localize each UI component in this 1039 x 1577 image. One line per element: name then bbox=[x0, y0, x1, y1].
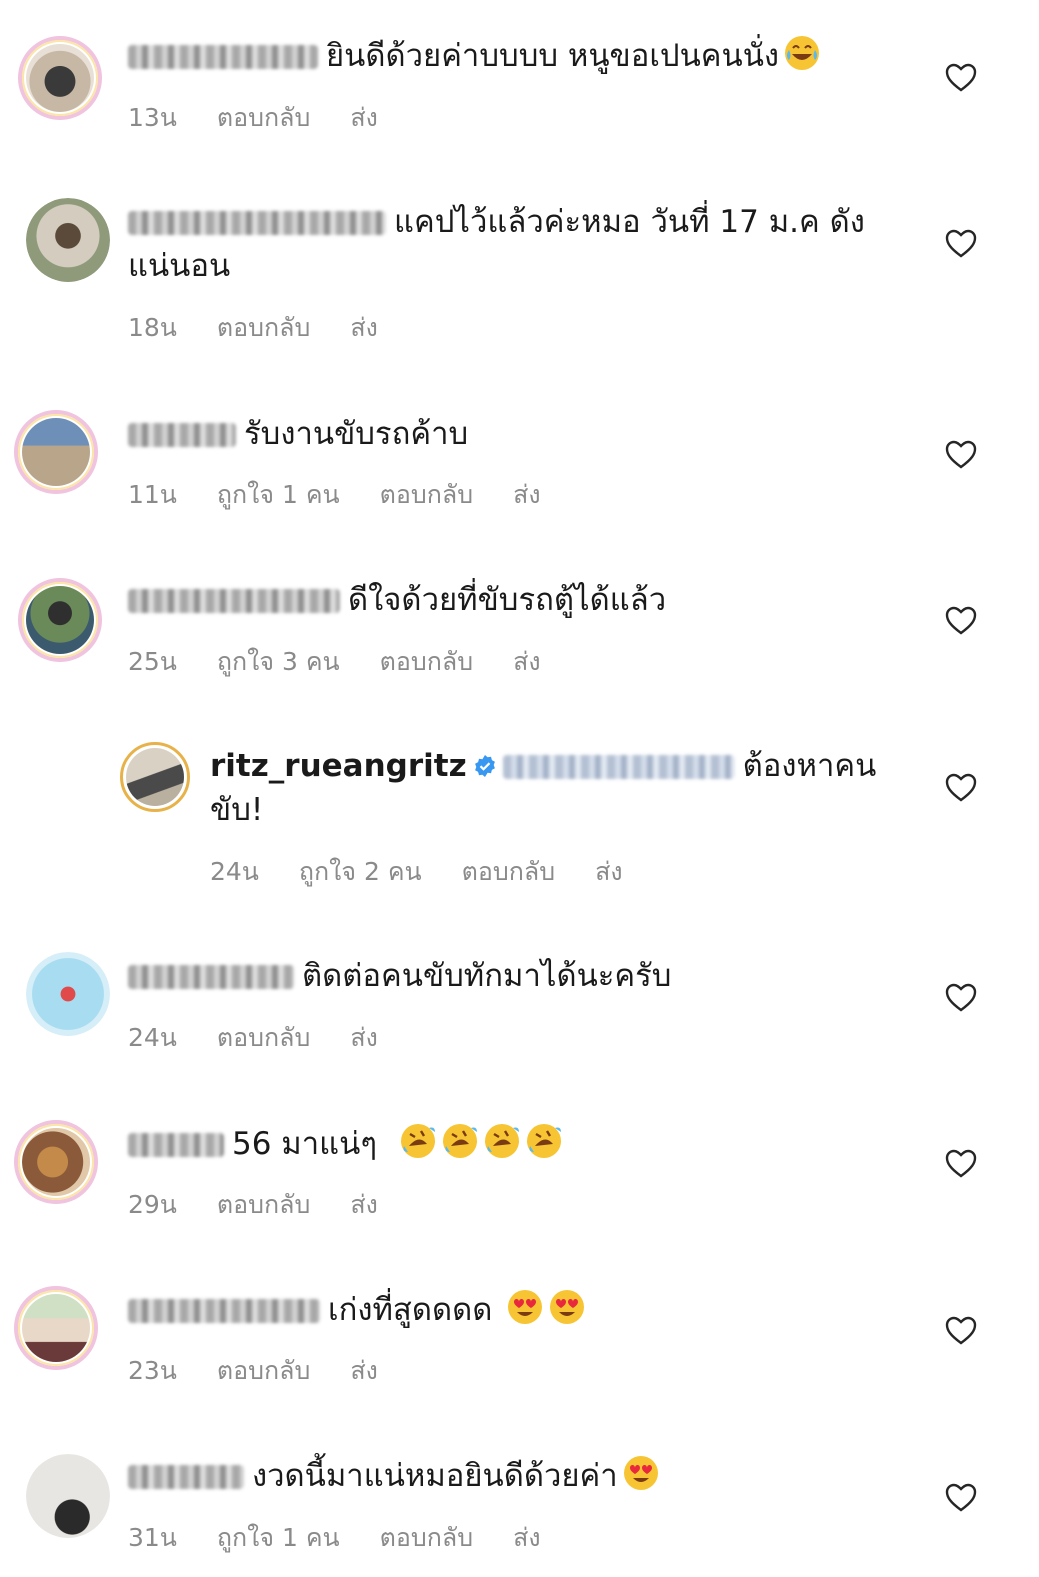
comment-time: 31น bbox=[128, 1523, 177, 1552]
likes-count[interactable]: ถูกใจ 1 คน bbox=[217, 1523, 340, 1552]
comment-text: เก่งที่สูดดดด bbox=[328, 1292, 493, 1328]
comment-body: ติดต่อคนขับทักมาได้นะครับ bbox=[128, 954, 672, 998]
avatar[interactable] bbox=[120, 742, 190, 812]
send-link[interactable]: ส่ง bbox=[350, 1356, 377, 1385]
avatar[interactable] bbox=[14, 410, 98, 494]
username-blurred[interactable] bbox=[128, 1133, 224, 1157]
avatar[interactable] bbox=[18, 578, 102, 662]
send-link[interactable]: ส่ง bbox=[350, 1190, 377, 1219]
like-heart-icon[interactable] bbox=[945, 1149, 977, 1179]
comment-meta: 31น ถูกใจ 1 คน ตอบกลับ ส่ง bbox=[128, 1518, 581, 1558]
send-link[interactable]: ส่ง bbox=[513, 480, 540, 509]
comment-body: 56 มาแน่ๆ bbox=[128, 1122, 563, 1166]
comment-time: 24น bbox=[210, 857, 259, 886]
reply-link[interactable]: ตอบกลับ bbox=[462, 857, 555, 886]
heart-eyes-emoji bbox=[622, 1454, 660, 1492]
send-link[interactable]: ส่ง bbox=[350, 1023, 377, 1052]
comment-time: 11น bbox=[128, 480, 177, 509]
comment-body: เก่งที่สูดดดด bbox=[128, 1288, 586, 1332]
comment-text: งวดนี้มาแน่หมอยินดีด้วยค่า bbox=[252, 1458, 618, 1494]
reply-link[interactable]: ตอบกลับ bbox=[217, 103, 310, 132]
comment-body: ritz_rueangritz ต้องหาคนขับ! bbox=[210, 744, 900, 832]
rofl-emoji bbox=[483, 1122, 521, 1160]
likes-count[interactable]: ถูกใจ 1 คน bbox=[217, 480, 340, 509]
comment-meta: 11น ถูกใจ 1 คน ตอบกลับ ส่ง bbox=[128, 475, 581, 515]
avatar[interactable] bbox=[26, 952, 110, 1036]
rofl-emoji bbox=[525, 1122, 563, 1160]
laugh-tears-emoji bbox=[783, 34, 821, 72]
reply-link[interactable]: ตอบกลับ bbox=[217, 1190, 310, 1219]
comment-text: ต้องหาคน bbox=[742, 748, 877, 784]
reply-link[interactable]: ตอบกลับ bbox=[217, 313, 310, 342]
verified-badge-icon bbox=[474, 755, 495, 777]
reply-link[interactable]: ตอบกลับ bbox=[217, 1023, 310, 1052]
username-blurred[interactable] bbox=[128, 211, 386, 235]
username-blurred[interactable] bbox=[128, 1299, 320, 1323]
username-blurred[interactable] bbox=[128, 423, 236, 447]
like-heart-icon[interactable] bbox=[945, 606, 977, 636]
username[interactable]: ritz_rueangritz bbox=[210, 748, 467, 784]
comment-text: 56 มาแน่ๆ bbox=[232, 1126, 377, 1162]
avatar[interactable] bbox=[26, 1454, 110, 1538]
like-heart-icon[interactable] bbox=[945, 1316, 977, 1346]
comment-body: รับงานขับรถค้าบ bbox=[128, 412, 468, 456]
comment-time: 25น bbox=[128, 647, 177, 676]
comment-text-continued: แน่นอน bbox=[128, 248, 231, 284]
comment-meta: 23น ตอบกลับ ส่ง bbox=[128, 1351, 418, 1391]
comment-time: 18น bbox=[128, 313, 177, 342]
avatar[interactable] bbox=[14, 1286, 98, 1370]
likes-count[interactable]: ถูกใจ 3 คน bbox=[217, 647, 340, 676]
comment-meta: 24น ถูกใจ 2 คน ตอบกลับ ส่ง bbox=[210, 852, 663, 892]
send-link[interactable]: ส่ง bbox=[513, 1523, 540, 1552]
send-link[interactable]: ส่ง bbox=[595, 857, 622, 886]
comment-meta: 25น ถูกใจ 3 คน ตอบกลับ ส่ง bbox=[128, 642, 581, 682]
reply-link[interactable]: ตอบกลับ bbox=[217, 1356, 310, 1385]
likes-count[interactable]: ถูกใจ 2 คน bbox=[299, 857, 422, 886]
comment-meta: 24น ตอบกลับ ส่ง bbox=[128, 1018, 418, 1058]
comment-time: 23น bbox=[128, 1356, 177, 1385]
comment-text: ดีใจด้วยที่ขับรถตู้ได้แล้ว bbox=[348, 582, 667, 618]
reply-link[interactable]: ตอบกลับ bbox=[380, 480, 473, 509]
comment-text: แคปไว้แล้วค่ะหมอ วันที่ 17 ม.ค ดัง bbox=[394, 204, 865, 240]
send-link[interactable]: ส่ง bbox=[350, 103, 377, 132]
comment-time: 24น bbox=[128, 1023, 177, 1052]
avatar[interactable] bbox=[14, 1120, 98, 1204]
rofl-emoji bbox=[399, 1122, 437, 1160]
like-heart-icon[interactable] bbox=[945, 773, 977, 803]
reply-link[interactable]: ตอบกลับ bbox=[380, 647, 473, 676]
reply-link[interactable]: ตอบกลับ bbox=[380, 1523, 473, 1552]
comment-text: รับงานขับรถค้าบ bbox=[244, 416, 469, 452]
comment-text-continued: ขับ! bbox=[210, 792, 264, 828]
comment-body: งวดนี้มาแน่หมอยินดีด้วยค่า bbox=[128, 1454, 660, 1498]
like-heart-icon[interactable] bbox=[945, 1483, 977, 1513]
send-link[interactable]: ส่ง bbox=[513, 647, 540, 676]
comment-body: แคปไว้แล้วค่ะหมอ วันที่ 17 ม.ค ดังแน่นอน bbox=[128, 200, 888, 288]
comment-time: 29น bbox=[128, 1190, 177, 1219]
comment-body: ดีใจด้วยที่ขับรถตู้ได้แล้ว bbox=[128, 578, 666, 622]
avatar[interactable] bbox=[18, 36, 102, 120]
comment-meta: 29น ตอบกลับ ส่ง bbox=[128, 1185, 418, 1225]
mention-blurred[interactable] bbox=[502, 755, 735, 779]
send-link[interactable]: ส่ง bbox=[350, 313, 377, 342]
username-blurred[interactable] bbox=[128, 1465, 244, 1489]
heart-eyes-emoji bbox=[548, 1288, 586, 1326]
comment-body: ยินดีด้วยค่าบบบบ หนูขอเปนคนนั่ง bbox=[128, 34, 821, 78]
avatar[interactable] bbox=[26, 198, 110, 282]
rofl-emoji bbox=[441, 1122, 479, 1160]
comment-meta: 18น ตอบกลับ ส่ง bbox=[128, 308, 418, 348]
username-blurred[interactable] bbox=[128, 589, 340, 613]
comment-time: 13น bbox=[128, 103, 177, 132]
username-blurred[interactable] bbox=[128, 965, 294, 989]
like-heart-icon[interactable] bbox=[945, 983, 977, 1013]
comment-meta: 13น ตอบกลับ ส่ง bbox=[128, 98, 418, 138]
heart-eyes-emoji bbox=[506, 1288, 544, 1326]
comment-text: ติดต่อคนขับทักมาได้นะครับ bbox=[302, 958, 672, 994]
like-heart-icon[interactable] bbox=[945, 229, 977, 259]
like-heart-icon[interactable] bbox=[945, 440, 977, 470]
emoji-group bbox=[395, 1124, 563, 1162]
comment-text: ยินดีด้วยค่าบบบบ หนูขอเปนคนนั่ง bbox=[326, 38, 780, 74]
like-heart-icon[interactable] bbox=[945, 63, 977, 93]
username-blurred[interactable] bbox=[128, 45, 318, 69]
